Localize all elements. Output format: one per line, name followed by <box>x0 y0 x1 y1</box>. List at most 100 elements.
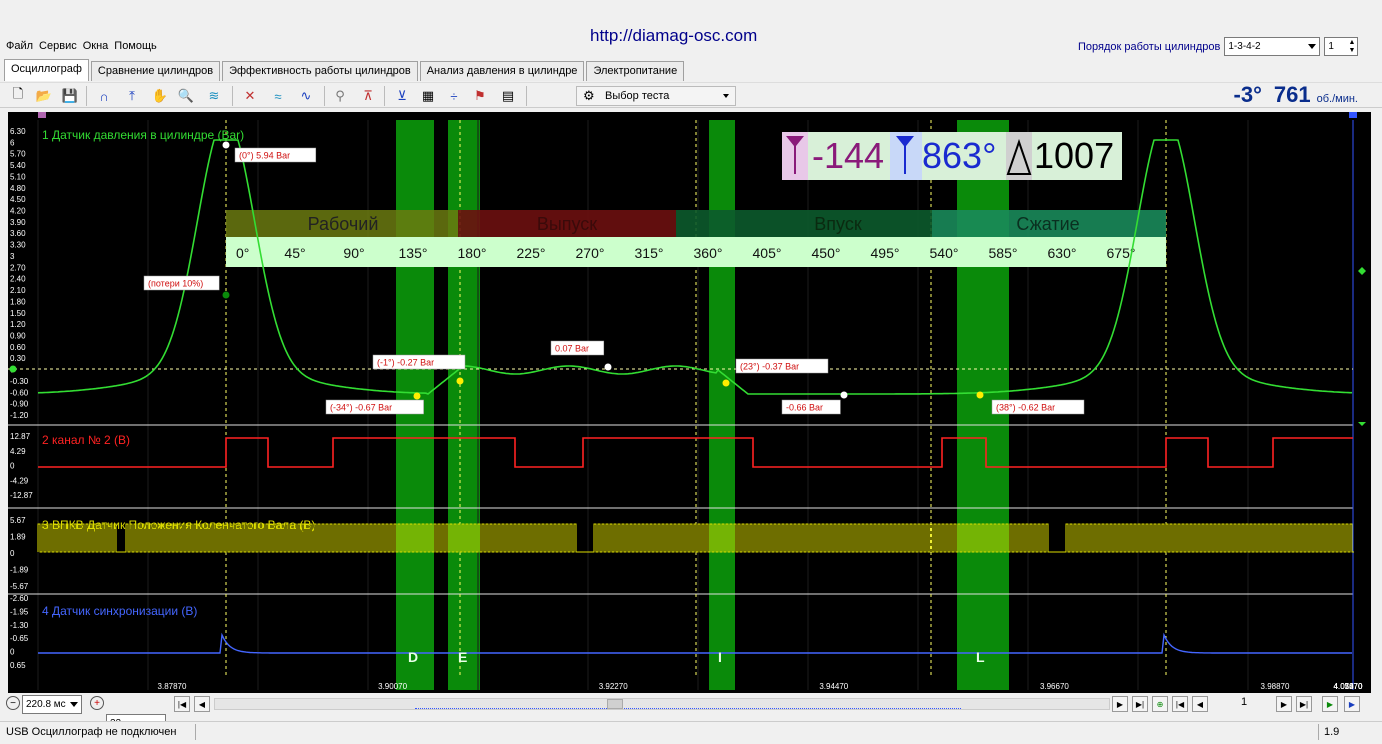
zoom-in-icon[interactable]: + <box>90 696 104 710</box>
scrollbar-thumb[interactable] <box>607 699 623 709</box>
skip-icon[interactable]: ▶| <box>1132 696 1148 712</box>
phase-exhaust-label: Выпуск <box>537 214 597 234</box>
y-tick-label: 6 <box>10 138 15 147</box>
auto-scale-icon[interactable]: ⤒ <box>122 86 142 106</box>
annotation-point <box>840 391 848 399</box>
cursor-cross-icon[interactable]: ✕ <box>240 86 260 106</box>
fast-play-icon[interactable]: ▶ <box>1344 696 1360 712</box>
annotation-label: 0.07 Bar <box>555 344 589 354</box>
marker-e: E <box>458 649 467 665</box>
engine-readout: -3° 761 об./мин. <box>1234 82 1358 108</box>
marker-filter-icon[interactable]: ⊻ <box>392 86 412 106</box>
y-tick-label: 1.80 <box>10 297 26 306</box>
left-cursor-handle[interactable] <box>38 112 46 118</box>
right-cursor-handle[interactable] <box>1349 112 1357 118</box>
menu-service[interactable]: Сервис <box>39 40 77 54</box>
menu-help[interactable]: Помощь <box>114 40 157 54</box>
prev-frame-icon[interactable]: ◀ <box>1192 696 1208 712</box>
degree-tick-label: 225° <box>517 245 546 261</box>
phase-working-label: Рабочий <box>308 214 379 234</box>
y-tick-label: 2.40 <box>10 275 26 284</box>
annotation-point <box>604 363 612 371</box>
notes-icon[interactable]: ▤ <box>498 86 518 106</box>
y-tick-label: 0 <box>10 462 15 471</box>
cylinder-number-spinner[interactable]: 1 ▲ ▼ <box>1324 37 1359 56</box>
flag-icon[interactable]: ⚑ <box>470 86 490 106</box>
marker-d: D <box>408 649 418 665</box>
oscilloscope-display[interactable]: Рабочий Выпуск Впуск Сжатие 0° 45° 90° 135°… <box>8 112 1371 693</box>
y-tick-label: 12.87 <box>10 432 31 441</box>
y-tick-label: 4.80 <box>10 184 26 193</box>
site-url[interactable]: http://diamag-osc.com <box>590 26 757 46</box>
table-icon[interactable]: ▦ <box>418 86 438 106</box>
trigger-zero-icon[interactable]: ⊼ <box>358 86 378 106</box>
new-file-icon[interactable]: 🗋 <box>8 86 28 106</box>
degree-tick-label: 360° <box>694 245 723 261</box>
time-tick-label: 3.92270 <box>599 682 628 691</box>
prev-page-icon[interactable]: ◀ <box>194 696 210 712</box>
phase-compression-label: Сжатие <box>1016 214 1079 234</box>
tab-power-supply[interactable]: Электропитание <box>586 61 685 81</box>
menu-file[interactable]: Файл <box>6 40 33 54</box>
time-tick-label: 3.96670 <box>1040 682 1069 691</box>
status-scale: 1.9 <box>1324 726 1340 738</box>
delta-value: 1007 <box>1034 135 1114 176</box>
tab-cylinder-efficiency[interactable]: Эффективность работы цилиндров <box>222 61 418 81</box>
y-tick-label: -1.30 <box>10 621 29 630</box>
tab-oscilloscope[interactable]: Осциллограф <box>4 59 89 81</box>
zoom-icon[interactable]: 🔍 <box>176 86 196 106</box>
cursor2-value: 863° <box>922 135 996 176</box>
test-select-label: Выбор теста <box>605 90 670 102</box>
degree-tick-label: 270° <box>576 245 605 261</box>
spectrum-icon[interactable]: ∿ <box>296 86 316 106</box>
open-folder-icon[interactable]: 📂 <box>34 86 54 106</box>
channel-1-zero-handle[interactable] <box>9 365 17 373</box>
horizontal-scrollbar[interactable] <box>214 698 1110 710</box>
cylinder-order-label: Порядок работы цилиндров <box>1078 40 1221 53</box>
bottom-controls: − 220.8 мс + 22 |◀ ◀ ▶ ▶| ⊕ |◀ ◀ 1 ▶ ▶| … <box>0 694 1382 733</box>
y-tick-label: 5.70 <box>10 150 26 159</box>
last-frame-icon[interactable]: ▶| <box>1296 696 1312 712</box>
ignition-angle: -3° <box>1233 82 1262 107</box>
next-frame-icon[interactable]: ▶ <box>1276 696 1292 712</box>
y-tick-label: 5.40 <box>10 161 26 170</box>
degree-tick-label: 180° <box>458 245 487 261</box>
y-tick-label: 4.20 <box>10 207 26 216</box>
test-select[interactable]: ⚙ Выбор теста <box>576 86 736 106</box>
play-reverse-icon[interactable]: ▶ <box>1112 696 1128 712</box>
page-number[interactable]: 1 <box>1214 696 1274 712</box>
toolbar-separator <box>526 86 527 106</box>
zoom-out-icon[interactable]: − <box>6 696 20 710</box>
rpm-unit: об./мин. <box>1316 93 1358 105</box>
save-icon[interactable]: 💾 <box>60 86 80 106</box>
cylinder-number-value: 1 <box>1328 41 1334 52</box>
y-tick-label: -1.95 <box>10 607 29 616</box>
play-icon[interactable]: ▶ <box>1322 696 1338 712</box>
phase-bar: Рабочий Выпуск Впуск Сжатие 0° 45° 90° 135°… <box>226 210 1166 267</box>
degree-tick-label: 315° <box>635 245 664 261</box>
magnet-icon[interactable]: ∩ <box>94 86 114 106</box>
filter-icon[interactable]: ≋ <box>204 86 224 106</box>
add-icon[interactable]: ⊕ <box>1152 696 1168 712</box>
y-tick-label: 1.20 <box>10 320 26 329</box>
tab-cylinder-compare[interactable]: Сравнение цилиндров <box>90 61 221 81</box>
wave-icon[interactable]: ≈ <box>268 86 288 106</box>
y-tick-label: 2.10 <box>10 286 26 295</box>
tab-pressure-analysis[interactable]: Анализ давления в цилиндре <box>419 61 585 81</box>
y-tick-label: 0.65 <box>10 661 26 670</box>
menu-windows[interactable]: Окна <box>83 40 109 54</box>
first-frame-icon[interactable]: |◀ <box>1172 696 1188 712</box>
annotation-label: (потери 10%) <box>148 279 203 289</box>
auto-trigger-icon[interactable]: ⚲ <box>330 86 350 106</box>
timebase-select[interactable]: 220.8 мс <box>22 695 82 714</box>
y-tick-label: 0.60 <box>10 343 26 352</box>
y-tick-label: 5.10 <box>10 172 26 181</box>
y-tick-label: -1.89 <box>10 566 29 575</box>
chevron-down-icon <box>723 94 729 98</box>
split-icon[interactable]: ÷ <box>444 86 464 106</box>
hand-pan-icon[interactable]: ✋ <box>150 86 170 106</box>
cylinder-order-select[interactable]: 1-3-4-2 <box>1224 37 1321 56</box>
menu-bar: Файл Сервис Окна Помощь <box>6 40 157 54</box>
first-page-icon[interactable]: |◀ <box>174 696 190 712</box>
time-tick-label: 3.90070 <box>378 682 407 691</box>
